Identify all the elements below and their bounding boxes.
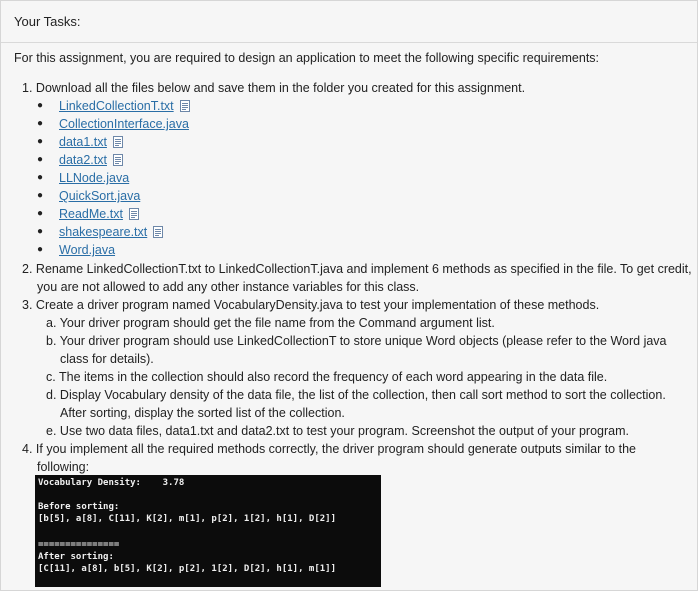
file-link[interactable]: Word.java (59, 243, 115, 257)
task-item-3: 3. Create a driver program named Vocabul… (22, 296, 599, 314)
file-list-item: ● ReadMe.txt (37, 205, 139, 223)
subitem-text: Your driver program should get the file … (59, 316, 495, 330)
console-line: Vocabulary Density: 3.78 (38, 478, 185, 488)
file-link[interactable]: shakespeare.txt (59, 225, 147, 239)
file-list-item: ● QuickSort.java (37, 187, 140, 205)
item-number: 4. (22, 442, 33, 456)
subitem-d-continued: After sorting, display the sorted list o… (60, 406, 345, 420)
download-icon[interactable] (112, 154, 123, 166)
file-list-item: ● data1.txt (37, 133, 123, 151)
file-link[interactable]: QuickSort.java (59, 189, 140, 203)
console-line: [b[5], a[8], C[11], K[2], m[1], p[2], 1[… (38, 514, 337, 524)
item-text: Create a driver program named Vocabulary… (35, 298, 600, 312)
console-output-screenshot: Vocabulary Density: 3.78 Before sorting:… (35, 475, 381, 587)
subitem-b-continued: class for details). (60, 352, 154, 366)
task-item-2: 2. Rename LinkedCollectionT.txt to Linke… (22, 260, 692, 278)
download-icon[interactable] (153, 226, 164, 238)
item-text: Download all the files below and save th… (35, 81, 526, 95)
subitem-text: Your driver program should use LinkedCol… (59, 334, 667, 348)
console-line: =============== (38, 540, 120, 550)
subitem-text: Use two data files, data1.txt and data2.… (59, 424, 629, 438)
assignment-panel: Your Tasks: For this assignment, you are… (0, 0, 698, 591)
file-list-item: ● shakespeare.txt (37, 223, 164, 241)
subitem-d: d. Display Vocabulary density of the dat… (46, 386, 666, 404)
bullet-icon: ● (37, 118, 44, 129)
download-icon[interactable] (179, 100, 190, 112)
file-link[interactable]: ReadMe.txt (59, 207, 123, 221)
file-list-item: ● data2.txt (37, 151, 123, 169)
file-link[interactable]: CollectionInterface.java (59, 117, 189, 131)
subitem-e: e. Use two data files, data1.txt and dat… (46, 422, 629, 440)
task-item-4: 4. If you implement all the required met… (22, 440, 636, 458)
task-item-1: 1. Download all the files below and save… (22, 79, 525, 97)
divider (1, 42, 697, 43)
subitem-letter: b. (46, 334, 57, 348)
bullet-icon: ● (37, 244, 44, 255)
subitem-c: c. The items in the collection should al… (46, 368, 607, 386)
file-list-item: ● Word.java (37, 241, 115, 259)
bullet-icon: ● (37, 136, 44, 147)
file-link[interactable]: LinkedCollectionT.txt (59, 99, 174, 113)
console-line: Before sorting: (38, 502, 120, 512)
file-link[interactable]: data1.txt (59, 135, 107, 149)
section-heading: Your Tasks: (14, 14, 81, 29)
file-list-item: ● LLNode.java (37, 169, 129, 187)
file-link[interactable]: LLNode.java (59, 171, 129, 185)
subitem-a: a. Your driver program should get the fi… (46, 314, 495, 332)
task-item-4-continued: following: (37, 460, 90, 474)
item-text: Rename LinkedCollectionT.txt to LinkedCo… (35, 262, 692, 276)
bullet-icon: ● (37, 154, 44, 165)
subitem-letter: c. (46, 370, 56, 384)
task-item-2-continued: you are not allowed to add any other ins… (37, 280, 420, 294)
item-number: 3. (22, 298, 33, 312)
bullet-icon: ● (37, 226, 44, 237)
file-list-item: ● LinkedCollectionT.txt (37, 97, 190, 115)
subitem-letter: d. (46, 388, 57, 402)
bullet-icon: ● (37, 208, 44, 219)
bullet-icon: ● (37, 100, 44, 111)
item-number: 2. (22, 262, 33, 276)
intro-text: For this assignment, you are required to… (14, 51, 600, 65)
file-link[interactable]: data2.txt (59, 153, 107, 167)
item-number: 1. (22, 81, 33, 95)
download-icon[interactable] (128, 208, 139, 220)
bullet-icon: ● (37, 190, 44, 201)
download-icon[interactable] (112, 136, 123, 148)
subitem-b: b. Your driver program should use Linked… (46, 332, 667, 350)
bullet-icon: ● (37, 172, 44, 183)
console-line: After sorting: (38, 552, 114, 562)
subitem-letter: e. (46, 424, 57, 438)
console-line: [C[11], a[8], b[5], K[2], p[2], 1[2], D[… (38, 564, 337, 574)
subitem-letter: a. (46, 316, 57, 330)
file-list-item: ● CollectionInterface.java (37, 115, 189, 133)
subitem-text: The items in the collection should also … (58, 370, 608, 384)
subitem-text: Display Vocabulary density of the data f… (59, 388, 666, 402)
item-text: If you implement all the required method… (35, 442, 636, 456)
